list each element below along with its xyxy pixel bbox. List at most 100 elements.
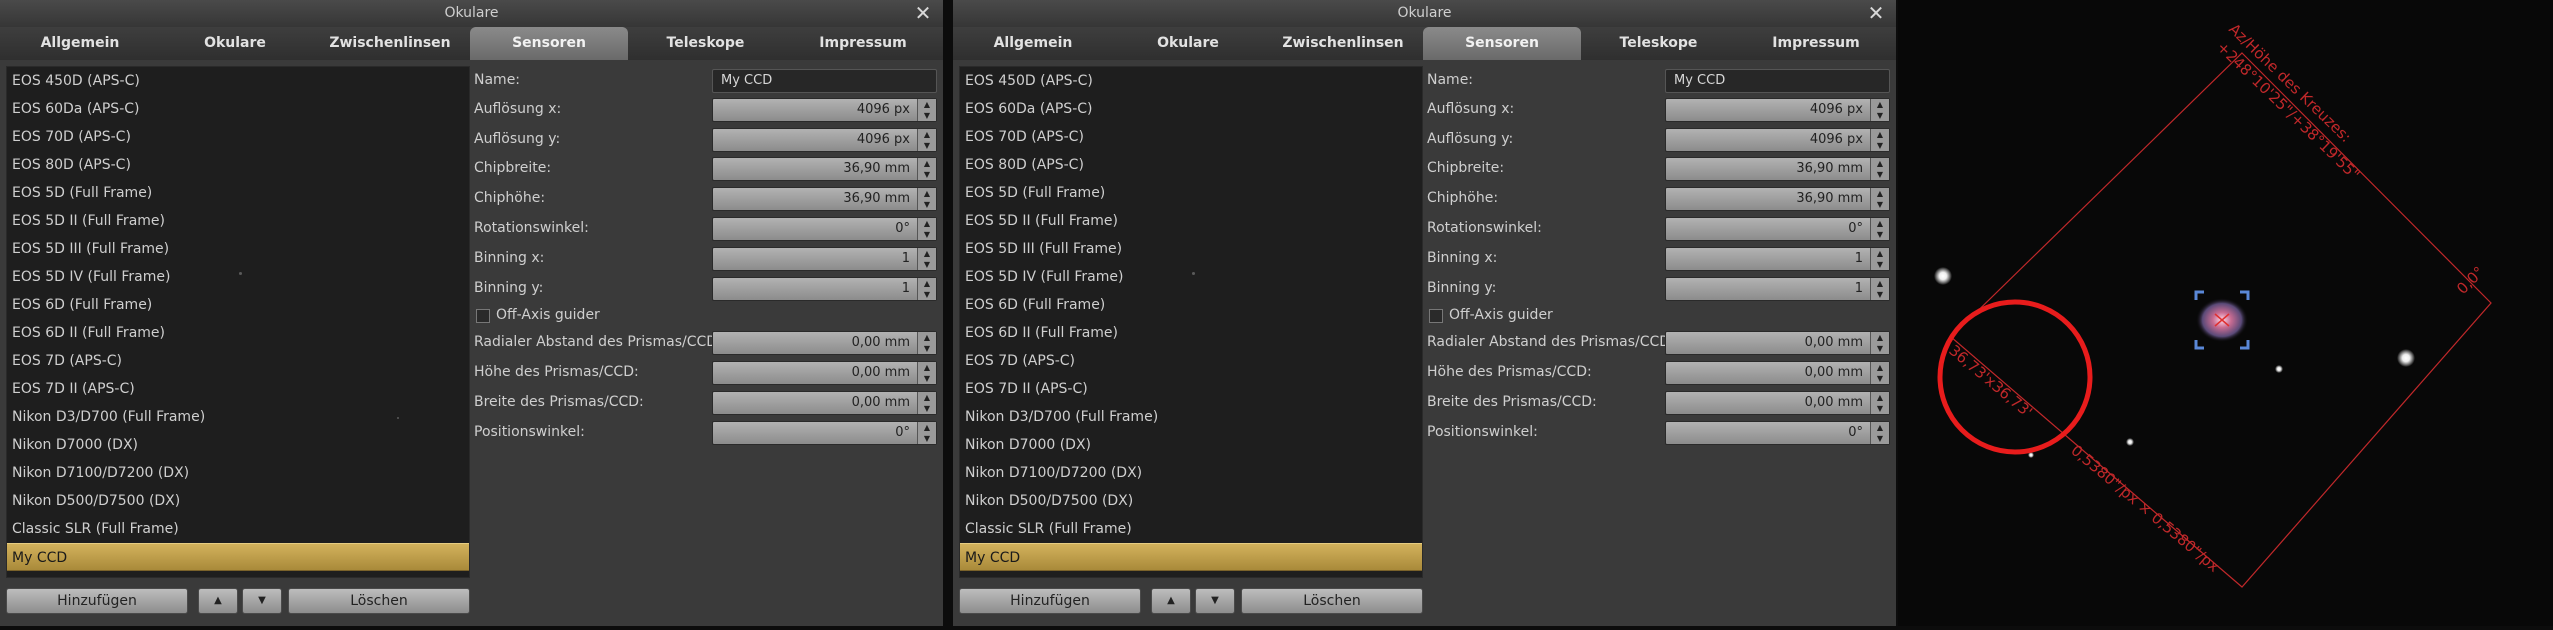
chip-height-spinbox[interactable]: 36,90 mm ▲ ▼	[1665, 187, 1890, 211]
sensor-list-item[interactable]: EOS 5D III (Full Frame)	[7, 235, 469, 263]
spinner-arrows[interactable]: ▲ ▼	[917, 278, 936, 300]
prism-width-spinbox[interactable]: 0,00 mm ▲ ▼	[1665, 391, 1890, 415]
sensor-list-item[interactable]: EOS 5D IV (Full Frame)	[960, 263, 1422, 291]
spinner-arrows[interactable]: ▲ ▼	[1870, 278, 1889, 300]
prism-distance-spinbox[interactable]: 0,00 mm ▲ ▼	[1665, 331, 1890, 355]
chip-height-spinbox[interactable]: 36,90 mm ▲ ▼	[712, 187, 937, 211]
sensor-list-item[interactable]: EOS 7D (APS-C)	[7, 347, 469, 375]
bright-star[interactable]	[1934, 267, 1952, 285]
sensor-list-item[interactable]: EOS 60Da (APS-C)	[7, 95, 469, 123]
spinner-arrows[interactable]: ▲ ▼	[1870, 218, 1889, 240]
add-button[interactable]: Hinzufügen	[959, 588, 1141, 614]
rotation-spinbox[interactable]: 0° ▲ ▼	[712, 217, 937, 241]
spinner-arrows[interactable]: ▲ ▼	[917, 422, 936, 444]
sensor-list-item[interactable]: Nikon D500/D7500 (DX)	[7, 487, 469, 515]
spinner-arrows[interactable]: ▲ ▼	[1870, 422, 1889, 444]
sensor-list-item[interactable]: Nikon D7100/D7200 (DX)	[960, 459, 1422, 487]
close-icon[interactable]: ✕	[1864, 1, 1888, 25]
sensor-list-item[interactable]: EOS 5D (Full Frame)	[7, 179, 469, 207]
sensor-list-item[interactable]: EOS 5D II (Full Frame)	[960, 207, 1422, 235]
move-up-button[interactable]: ▲	[1151, 588, 1191, 614]
spinner-arrows[interactable]: ▲ ▼	[917, 188, 936, 210]
resolution-x-spinbox[interactable]: 4096 px ▲ ▼	[712, 98, 937, 122]
spinner-arrows[interactable]: ▲ ▼	[917, 392, 936, 414]
spinner-arrows[interactable]: ▲ ▼	[917, 218, 936, 240]
star[interactable]	[2126, 438, 2134, 446]
tab-sensoren[interactable]: Sensoren	[470, 27, 628, 60]
star[interactable]	[2275, 365, 2283, 373]
tab-allgemein[interactable]: Allgemein	[953, 27, 1113, 60]
bright-star[interactable]	[2397, 349, 2415, 367]
sensor-list-item[interactable]: Nikon D3/D700 (Full Frame)	[7, 403, 469, 431]
move-down-button[interactable]: ▼	[242, 588, 282, 614]
resolution-y-spinbox[interactable]: 4096 px ▲ ▼	[712, 128, 937, 152]
sensor-list-item[interactable]: Nikon D7000 (DX)	[7, 431, 469, 459]
binning-x-spinbox[interactable]: 1 ▲ ▼	[712, 247, 937, 271]
off-axis-guider-checkbox[interactable]	[1429, 309, 1443, 323]
spinner-arrows[interactable]: ▲ ▼	[1870, 392, 1889, 414]
binning-y-spinbox[interactable]: 1 ▲ ▼	[712, 277, 937, 301]
spinner-arrows[interactable]: ▲ ▼	[1870, 362, 1889, 384]
tab-okulare[interactable]: Okulare	[1113, 27, 1263, 60]
sensor-list-item[interactable]: Classic SLR (Full Frame)	[7, 515, 469, 543]
chip-width-spinbox[interactable]: 36,90 mm ▲ ▼	[1665, 157, 1890, 181]
delete-button[interactable]: Löschen	[1241, 588, 1423, 614]
sensor-list-item[interactable]: EOS 450D (APS-C)	[7, 67, 469, 95]
name-field[interactable]: My CCD	[1665, 69, 1890, 93]
add-button[interactable]: Hinzufügen	[6, 588, 188, 614]
sensor-list-item[interactable]: EOS 5D (Full Frame)	[960, 179, 1422, 207]
spinner-arrows[interactable]: ▲ ▼	[1870, 248, 1889, 270]
spinner-arrows[interactable]: ▲ ▼	[1870, 158, 1889, 180]
sensor-list-item[interactable]: Nikon D7100/D7200 (DX)	[7, 459, 469, 487]
tab-impressum[interactable]: Impressum	[783, 27, 943, 60]
sky-view[interactable]: Az/Höhe des Kreuzes: +248°10'25"/+38°19'…	[1898, 0, 2553, 626]
resolution-x-spinbox[interactable]: 4096 px ▲ ▼	[1665, 98, 1890, 122]
sensor-list-item[interactable]: EOS 70D (APS-C)	[960, 123, 1422, 151]
sensor-list-item[interactable]: EOS 7D II (APS-C)	[7, 375, 469, 403]
tab-impressum[interactable]: Impressum	[1736, 27, 1896, 60]
tab-teleskope[interactable]: Teleskope	[628, 27, 783, 60]
chip-width-spinbox[interactable]: 36,90 mm ▲ ▼	[712, 157, 937, 181]
sensor-list-item[interactable]: EOS 80D (APS-C)	[960, 151, 1422, 179]
rotation-spinbox[interactable]: 0° ▲ ▼	[1665, 217, 1890, 241]
prism-distance-spinbox[interactable]: 0,00 mm ▲ ▼	[712, 331, 937, 355]
sensor-list-item[interactable]: Classic SLR (Full Frame)	[960, 515, 1422, 543]
sensor-list-item[interactable]: EOS 6D II (Full Frame)	[7, 319, 469, 347]
tab-allgemein[interactable]: Allgemein	[0, 27, 160, 60]
sensor-list-item[interactable]: My CCD	[960, 543, 1422, 571]
delete-button[interactable]: Löschen	[288, 588, 470, 614]
spinner-arrows[interactable]: ▲ ▼	[917, 362, 936, 384]
spinner-arrows[interactable]: ▲ ▼	[1870, 188, 1889, 210]
spinner-arrows[interactable]: ▲ ▼	[1870, 99, 1889, 121]
binning-y-spinbox[interactable]: 1 ▲ ▼	[1665, 277, 1890, 301]
resolution-y-spinbox[interactable]: 4096 px ▲ ▼	[1665, 128, 1890, 152]
sensor-list-item[interactable]: EOS 6D (Full Frame)	[7, 291, 469, 319]
tab-okulare[interactable]: Okulare	[160, 27, 310, 60]
sensor-list-item[interactable]: EOS 5D II (Full Frame)	[7, 207, 469, 235]
tab-zwischenlinsen[interactable]: Zwischenlinsen	[1263, 27, 1423, 60]
move-down-button[interactable]: ▼	[1195, 588, 1235, 614]
sensor-list-item[interactable]: EOS 6D II (Full Frame)	[960, 319, 1422, 347]
sensor-list-item[interactable]: Nikon D3/D700 (Full Frame)	[960, 403, 1422, 431]
sensor-list-item[interactable]: Nikon D7000 (DX)	[960, 431, 1422, 459]
position-angle-spinbox[interactable]: 0° ▲ ▼	[712, 421, 937, 445]
close-icon[interactable]: ✕	[911, 1, 935, 25]
sensor-list[interactable]: EOS 450D (APS-C) EOS 60Da (APS-C) EOS 70D …	[959, 66, 1423, 578]
sensor-list-item[interactable]: EOS 60Da (APS-C)	[960, 95, 1422, 123]
sensor-list-item[interactable]: EOS 450D (APS-C)	[960, 67, 1422, 95]
sensor-list-item[interactable]: EOS 70D (APS-C)	[7, 123, 469, 151]
prism-height-spinbox[interactable]: 0,00 mm ▲ ▼	[712, 361, 937, 385]
sensor-list[interactable]: EOS 450D (APS-C) EOS 60Da (APS-C) EOS 70D …	[6, 66, 470, 578]
name-field[interactable]: My CCD	[712, 69, 937, 93]
sensor-list-item[interactable]: EOS 5D III (Full Frame)	[960, 235, 1422, 263]
position-angle-spinbox[interactable]: 0° ▲ ▼	[1665, 421, 1890, 445]
prism-height-spinbox[interactable]: 0,00 mm ▲ ▼	[1665, 361, 1890, 385]
sensor-list-item[interactable]: EOS 7D (APS-C)	[960, 347, 1422, 375]
binning-x-spinbox[interactable]: 1 ▲ ▼	[1665, 247, 1890, 271]
sensor-list-item[interactable]: EOS 5D IV (Full Frame)	[7, 263, 469, 291]
tab-teleskope[interactable]: Teleskope	[1581, 27, 1736, 60]
sensor-list-item[interactable]: My CCD	[7, 543, 469, 571]
tab-zwischenlinsen[interactable]: Zwischenlinsen	[310, 27, 470, 60]
spinner-arrows[interactable]: ▲ ▼	[917, 129, 936, 151]
sensor-list-item[interactable]: EOS 7D II (APS-C)	[960, 375, 1422, 403]
